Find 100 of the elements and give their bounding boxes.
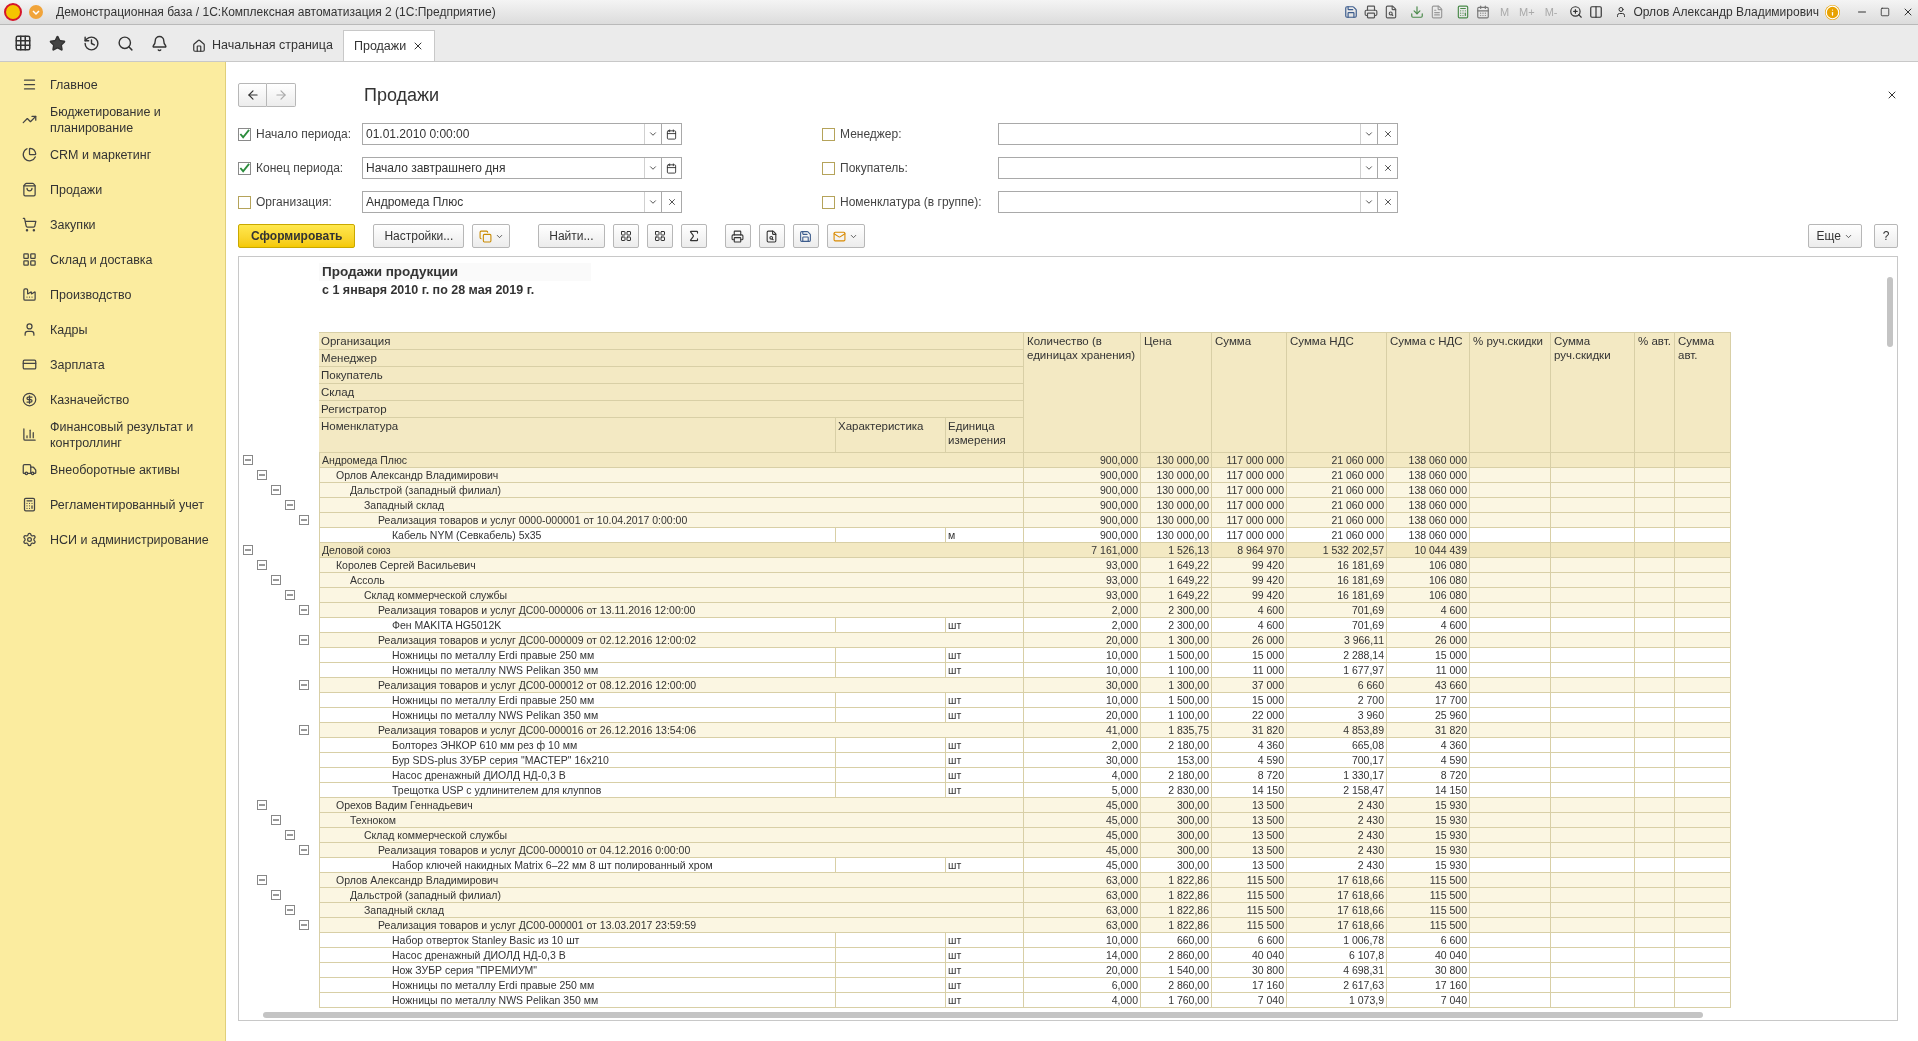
save-button[interactable] [792, 224, 819, 248]
sidebar-item[interactable]: CRM и маркетинг [0, 137, 225, 172]
collapse-icon[interactable] [271, 485, 281, 495]
collapse-icon[interactable] [299, 605, 309, 615]
filter-field[interactable]: 01.01.2010 0:00:00 [362, 123, 662, 145]
collapse-icon[interactable] [299, 845, 309, 855]
sidebar-item[interactable]: Казначейство [0, 382, 225, 417]
calendar-icon[interactable] [662, 157, 682, 179]
sidebar-item[interactable]: Продажи [0, 172, 225, 207]
find-button[interactable]: Найти... [538, 224, 605, 248]
collapse-button[interactable] [612, 224, 639, 248]
print-button[interactable] [724, 224, 751, 248]
filter-label: Начало периода: [256, 126, 353, 143]
horizontal-scrollbar[interactable] [263, 1012, 1703, 1018]
print-icon[interactable] [1363, 5, 1378, 19]
sidebar-item[interactable]: Производство [0, 277, 225, 312]
table-cell [1675, 618, 1731, 633]
clear-icon[interactable] [1378, 123, 1398, 145]
close-icon[interactable] [1902, 6, 1914, 18]
sidebar-item[interactable]: Внеоборотные активы [0, 452, 225, 487]
filter-field[interactable]: Начало завтрашнего дня [362, 157, 662, 179]
settings-button[interactable]: Настройки... [373, 224, 465, 248]
collapse-icon[interactable] [257, 470, 267, 480]
collapse-icon[interactable] [299, 635, 309, 645]
save-icon[interactable] [1343, 5, 1358, 19]
zoom-icon[interactable] [1569, 5, 1584, 19]
filter-field[interactable] [998, 191, 1378, 213]
variants-button[interactable] [472, 224, 511, 248]
sidebar-item[interactable]: Закупки [0, 207, 225, 242]
sidebar-item[interactable]: Зарплата [0, 347, 225, 382]
filter-label: Номенклатура (в группе): [840, 194, 983, 211]
collapse-icon[interactable] [271, 815, 281, 825]
collapse-icon[interactable] [243, 545, 253, 555]
collapse-icon[interactable] [285, 830, 295, 840]
clear-icon[interactable] [1378, 191, 1398, 213]
maximize-icon[interactable] [1880, 7, 1890, 17]
calendar-icon[interactable] [1475, 5, 1490, 19]
filter-field[interactable]: Андромеда Плюс [362, 191, 662, 213]
collapse-icon[interactable] [271, 575, 281, 585]
sidebar-item[interactable]: НСИ и администрирование [0, 522, 225, 557]
history-icon[interactable] [83, 34, 100, 52]
document-icon[interactable] [1429, 5, 1444, 19]
apps-icon[interactable] [14, 34, 32, 52]
checkbox[interactable] [238, 161, 251, 175]
vertical-scrollbar[interactable] [1887, 277, 1893, 347]
collapse-icon[interactable] [285, 590, 295, 600]
number-cell: 4 590 [1212, 753, 1287, 768]
calculator-icon[interactable] [1455, 5, 1470, 19]
checkbox[interactable] [822, 195, 835, 209]
close-icon[interactable] [1886, 89, 1898, 101]
collapse-icon[interactable] [257, 560, 267, 570]
checkbox[interactable] [238, 195, 251, 209]
checkbox[interactable] [822, 161, 835, 175]
sidebar-item[interactable]: Главное [0, 67, 225, 102]
checkbox[interactable] [238, 127, 251, 141]
generate-button[interactable]: Сформировать [238, 224, 356, 248]
collapse-icon[interactable] [257, 875, 267, 885]
panels-icon[interactable] [1589, 5, 1604, 19]
clear-icon[interactable] [1378, 157, 1398, 179]
info-icon[interactable] [1825, 4, 1840, 20]
collapse-icon[interactable] [271, 890, 281, 900]
preview-icon[interactable] [1383, 5, 1398, 19]
help-button[interactable]: ? [1874, 224, 1898, 248]
menu-icon[interactable] [28, 4, 44, 20]
sidebar-item[interactable]: Кадры [0, 312, 225, 347]
forward-button[interactable] [267, 83, 296, 107]
search-icon[interactable] [117, 34, 134, 52]
number-cell: 10,000 [1024, 933, 1141, 948]
number-cell: 900,000 [1024, 513, 1141, 528]
back-button[interactable] [238, 83, 267, 107]
number-cell: 900,000 [1024, 468, 1141, 483]
collapse-icon[interactable] [257, 800, 267, 810]
sidebar-item[interactable]: Финансовый результат и контроллинг [0, 417, 225, 452]
checkbox[interactable] [822, 127, 835, 141]
preview-button[interactable] [758, 224, 785, 248]
notifications-icon[interactable] [151, 34, 168, 52]
collapse-icon[interactable] [243, 455, 253, 465]
collapse-icon[interactable] [285, 905, 295, 915]
mail-button[interactable] [826, 224, 865, 248]
tab[interactable]: Начальная страница [182, 30, 343, 61]
favorites-icon[interactable] [49, 34, 66, 52]
sidebar-item[interactable]: Бюджетирование и планирование [0, 102, 225, 137]
collapse-icon[interactable] [299, 680, 309, 690]
collapse-icon[interactable] [299, 725, 309, 735]
sidebar-item[interactable]: Склад и доставка [0, 242, 225, 277]
sidebar-item[interactable]: Регламентированный учет [0, 487, 225, 522]
clear-icon[interactable] [662, 191, 682, 213]
expand-button[interactable] [646, 224, 673, 248]
collapse-icon[interactable] [299, 515, 309, 525]
download-icon[interactable] [1409, 5, 1424, 19]
collapse-icon[interactable] [299, 920, 309, 930]
calendar-icon[interactable] [662, 123, 682, 145]
number-cell: 117 000 000 [1212, 528, 1287, 543]
more-button[interactable]: Еще [1807, 224, 1862, 248]
sum-button[interactable] [680, 224, 707, 248]
collapse-icon[interactable] [285, 500, 295, 510]
user-name[interactable]: Орлов Александр Владимирович [1633, 3, 1819, 21]
tab[interactable]: Продажи [342, 30, 436, 61]
filter-field[interactable] [998, 123, 1378, 145]
filter-field[interactable] [998, 157, 1378, 179]
